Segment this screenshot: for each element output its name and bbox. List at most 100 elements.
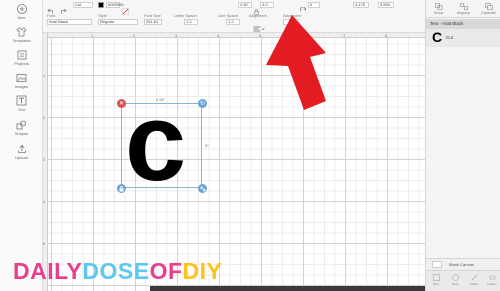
left-toolbar: New Templates Projects Images Text Shape… <box>0 0 43 291</box>
text-object[interactable]: c <box>125 88 186 198</box>
ungroup-icon <box>459 3 468 10</box>
watermark-part: DOSE <box>82 258 150 284</box>
ruler-number: 2 <box>133 33 136 38</box>
projects-label: Projects <box>14 61 29 66</box>
shapes-button[interactable]: Shapes <box>0 119 43 136</box>
layers-toolbar: Group Ungroup Duplicate <box>426 0 500 18</box>
style-label: Style <box>98 13 107 18</box>
ruler-number: 4 <box>217 33 220 38</box>
ruler-number: 2 <box>43 115 46 120</box>
text-button[interactable]: Text <box>0 95 43 112</box>
text-icon <box>15 95 29 106</box>
design-canvas[interactable]: 1 2 3 4 5 6 7 8 1 2 3 4 5 2.52" 3" c ✕ ↻ <box>43 33 425 291</box>
rotate-icon[interactable]: ↻ <box>198 99 207 108</box>
position-x-field[interactable]: 4.175 <box>353 2 369 8</box>
attach-label: Attach <box>469 282 479 286</box>
attach-button[interactable]: Attach <box>464 274 484 286</box>
top-toolbar: Cut #000000 2.50 3.0 0 4.175 3.694 Font … <box>43 0 425 33</box>
plus-icon <box>15 3 29 14</box>
slice-icon <box>432 274 440 281</box>
new-label: New <box>17 15 26 20</box>
projects-icon <box>15 49 29 60</box>
watermark-part: OF <box>149 258 183 284</box>
group-icon <box>434 3 442 10</box>
images-label: Images <box>14 84 29 89</box>
flatten-label: Flatten <box>487 282 497 286</box>
ruler-number: 1 <box>91 33 94 38</box>
blank-canvas-thumbnail <box>432 261 442 268</box>
attach-icon <box>471 274 477 281</box>
no-fill-icon[interactable] <box>122 2 129 20</box>
weld-icon <box>451 274 459 281</box>
duplicate-label: Duplicate <box>481 11 496 15</box>
flatten-icon <box>489 275 495 280</box>
line-space-field[interactable]: 1.2 <box>226 19 240 25</box>
operation-select[interactable]: Cut <box>73 2 93 8</box>
redo-icon[interactable] <box>59 1 67 19</box>
layer-item[interactable]: C Cut <box>426 29 500 47</box>
layer-name: Cut <box>446 35 454 40</box>
ungroup-button[interactable]: Ungroup <box>451 0 476 18</box>
blank-canvas-label: Blank Canvas <box>449 262 474 267</box>
upload-icon <box>15 143 29 154</box>
height-field[interactable]: 3.0 <box>260 2 274 8</box>
ungroup-label: Ungroup <box>456 11 471 15</box>
templates-button[interactable]: Templates <box>0 26 43 43</box>
rotate-field[interactable]: 0 <box>308 2 320 8</box>
font-label: Font <box>47 13 56 18</box>
text-label: Text <box>17 107 26 112</box>
width-field[interactable]: 2.50 <box>238 2 252 8</box>
font-size-label: Font Size <box>144 13 161 18</box>
color-value-field[interactable]: #000000 <box>106 2 124 8</box>
images-button[interactable]: Images <box>0 72 43 89</box>
ruler-number: 7 <box>343 33 346 38</box>
line-space-label: Line Space <box>218 13 239 18</box>
slice-button[interactable]: Slice <box>426 274 446 286</box>
duplicate-button[interactable]: Duplicate <box>476 0 500 18</box>
image-icon <box>15 72 29 83</box>
lock-icon[interactable] <box>117 184 126 193</box>
layer-actions-bar: Slice Weld Attach Flatten <box>426 270 500 291</box>
new-button[interactable]: New <box>0 3 43 20</box>
group-button[interactable]: Group <box>426 0 451 18</box>
templates-label: Templates <box>12 38 31 43</box>
close-icon[interactable]: ✕ <box>117 99 126 108</box>
layers-panel: Group Ungroup Duplicate Text - Arial Bla… <box>425 0 500 291</box>
letter-space-field[interactable]: 1.2 <box>184 19 198 25</box>
shapes-label: Shapes <box>14 131 29 136</box>
weld-button[interactable]: Weld <box>445 274 465 286</box>
resize-icon[interactable] <box>198 184 207 193</box>
ruler-number: 1 <box>43 73 46 78</box>
layer-group-header[interactable]: Text - Arial Black <box>426 19 500 29</box>
ruler-left: 1 2 3 4 5 <box>43 33 48 291</box>
taskbar-strip <box>150 286 425 291</box>
font-select[interactable]: Arial Black <box>47 19 92 25</box>
flatten-button[interactable]: Flatten <box>482 274 500 286</box>
ruler-number: 8 <box>385 33 388 38</box>
projects-button[interactable]: Projects <box>0 49 43 66</box>
arrow-icon <box>258 13 328 113</box>
ruler-number: 3 <box>43 157 46 162</box>
ruler-top: 1 2 3 4 5 6 7 8 <box>43 33 425 38</box>
shirt-icon <box>15 26 29 37</box>
slice-label: Slice <box>432 282 440 286</box>
watermark-part: DIY <box>182 258 223 284</box>
blank-canvas-row[interactable]: Blank Canvas <box>426 258 500 270</box>
color-swatch[interactable] <box>98 2 104 8</box>
upload-label: Upload <box>15 155 28 160</box>
ruler-number: 4 <box>43 199 46 204</box>
letter-space-label: Letter Space <box>174 13 197 18</box>
upload-button[interactable]: Upload <box>0 143 43 160</box>
selection-height-label: 3" <box>205 143 209 148</box>
ruler-number: 3 <box>175 33 178 38</box>
font-size-field[interactable]: 291.81 <box>144 19 162 25</box>
position-y-field[interactable]: 3.694 <box>378 2 394 8</box>
duplicate-icon <box>484 3 493 10</box>
ruler-number: 5 <box>43 241 46 246</box>
watermark-logo: DAILYDOSEOFDIY <box>13 256 222 286</box>
weld-label: Weld <box>451 282 459 286</box>
shapes-icon <box>15 119 29 130</box>
style-select[interactable]: Regular <box>98 19 138 25</box>
watermark-part: DAILY <box>13 258 83 284</box>
group-label: Group <box>433 11 444 15</box>
